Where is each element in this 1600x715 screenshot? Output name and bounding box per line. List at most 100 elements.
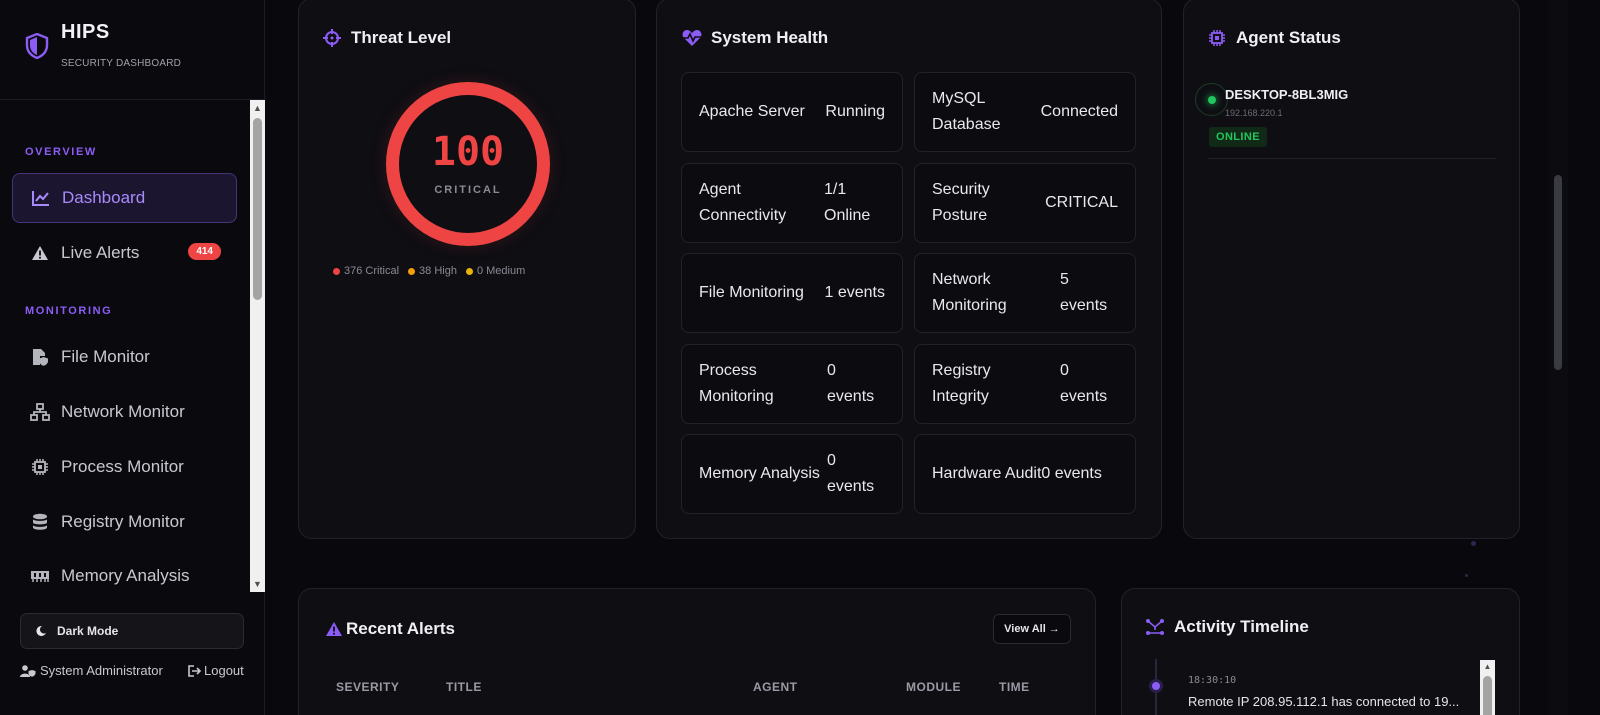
agent-hostname: DESKTOP-8BL3MIG: [1225, 87, 1349, 102]
memory-icon: [30, 566, 50, 586]
warning-icon: [324, 619, 344, 639]
tile-name: MySQL Database: [932, 90, 1001, 133]
card-title: System Health: [682, 28, 828, 48]
tile-name: Memory Analysis: [699, 465, 820, 482]
user-shield-icon: [20, 664, 36, 677]
tile-value: CRITICAL: [1045, 194, 1118, 211]
legend-dot: [408, 267, 416, 275]
threat-gauge: 100 CRITICAL: [386, 82, 550, 246]
timeline-icon: [1145, 617, 1165, 637]
health-tile-mysql: MySQL Database Connected: [914, 72, 1136, 152]
tile-name: Agent Connectivity: [699, 181, 787, 224]
activity-timeline-card: Activity Timeline 18:30:10 Remote IP 208…: [1121, 588, 1520, 715]
chart-line-icon: [31, 188, 51, 208]
health-tile-memory-analysis: Memory Analysis 0 events: [681, 434, 903, 514]
sidebar-item-dashboard[interactable]: Dashboard: [12, 173, 237, 223]
sidebar-scrollbar[interactable]: ▲ ▼: [250, 100, 265, 592]
tile-name: Hardware Audit: [932, 465, 1042, 482]
sidebar-item-file-monitor[interactable]: File Monitor: [12, 332, 237, 382]
scrollbar-thumb[interactable]: [1483, 676, 1492, 715]
sidebar-item-process-monitor[interactable]: Process Monitor: [12, 442, 237, 492]
sidebar-item-label: File Monitor: [61, 347, 150, 366]
sidebar: HIPS SECURITY DASHBOARD OVERVIEW Dashboa…: [0, 0, 265, 715]
card-title: Recent Alerts: [324, 619, 455, 639]
threat-title: Threat Level: [351, 28, 452, 47]
sidebar-item-label: Dashboard: [62, 188, 146, 207]
sidebar-item-label: Live Alerts: [61, 243, 140, 262]
legend-item-high: 38 High: [408, 265, 457, 277]
column-header-agent[interactable]: AGENT: [753, 680, 798, 694]
crosshair-icon: [322, 28, 342, 48]
column-header-time[interactable]: TIME: [999, 680, 1030, 694]
sidebar-item-label: Memory Analysis: [61, 566, 190, 585]
health-tile-apache: Apache Server Running: [681, 72, 903, 152]
sidebar-footer: Dark Mode System Administrator Logout: [0, 592, 265, 715]
brand-title: HIPS: [61, 21, 110, 43]
tile-name: Security Posture: [932, 181, 990, 224]
sidebar-item-registry-monitor[interactable]: Registry Monitor: [12, 497, 237, 547]
sidebar-nav: OVERVIEW Dashboard Live Alerts 414 MONIT…: [0, 100, 250, 592]
sidebar-item-memory-analysis[interactable]: Memory Analysis: [12, 551, 237, 592]
view-all-button[interactable]: View All →: [993, 614, 1071, 644]
timeline-text: Remote IP 208.95.112.1 has connected to …: [1188, 694, 1460, 709]
scroll-up-arrow-icon[interactable]: ▲: [1482, 662, 1493, 672]
column-header-title[interactable]: TITLE: [446, 680, 482, 694]
agent-title: Agent Status: [1236, 28, 1341, 47]
agent-status-indicator: [1195, 83, 1228, 116]
tile-name: Network Monitoring: [932, 271, 1007, 314]
tile-value: 1/1 Online: [824, 181, 871, 224]
sidebar-item-live-alerts[interactable]: Live Alerts 414: [12, 228, 237, 278]
user-name: System Administrator: [40, 663, 163, 678]
health-title: System Health: [711, 28, 829, 47]
tile-value: 5 events: [1060, 271, 1108, 314]
timeline-scrollbar[interactable]: ▲: [1480, 660, 1495, 715]
tile-value: Connected: [1040, 103, 1118, 120]
tile-value: 0 events: [827, 452, 875, 495]
legend-item-medium: 0 Medium: [465, 265, 526, 277]
network-icon: [30, 402, 50, 422]
page-scrollbar[interactable]: [1548, 0, 1568, 715]
logout-button[interactable]: Logout: [188, 663, 244, 678]
scroll-up-arrow-icon[interactable]: ▲: [252, 102, 263, 114]
warning-icon: [30, 243, 50, 263]
logout-icon: [188, 664, 201, 677]
legend-dot: [333, 267, 340, 275]
brand: HIPS SECURITY DASHBOARD: [0, 0, 265, 100]
scrollbar-thumb[interactable]: [253, 118, 262, 300]
column-header-module[interactable]: MODULE: [906, 680, 961, 694]
tile-name: Process Monitoring: [699, 362, 774, 405]
recent-alerts-card: Recent Alerts View All → SEVERITY TITLE …: [298, 588, 1096, 715]
agent-status-badge: ONLINE: [1209, 127, 1267, 147]
sidebar-item-network-monitor[interactable]: Network Monitor: [12, 387, 237, 437]
online-dot: [1208, 96, 1216, 104]
file-shield-icon: [30, 347, 50, 367]
scroll-down-arrow-icon[interactable]: ▼: [252, 578, 263, 590]
agent-status-card: Agent Status DESKTOP-8BL3MIG 192.168.220…: [1183, 0, 1520, 539]
database-icon: [30, 512, 50, 532]
tile-value: 0 events: [1060, 362, 1108, 405]
chip-icon: [1207, 28, 1227, 48]
tile-name: Apache Server: [699, 103, 805, 120]
system-health-card: System Health Apache Server Running MySQL…: [656, 0, 1162, 539]
sidebar-item-label: Process Monitor: [61, 457, 184, 476]
logout-label: Logout: [204, 663, 244, 678]
brand-subtitle: SECURITY DASHBOARD: [61, 58, 182, 69]
divider: [1208, 158, 1496, 159]
health-tile-registry-integrity: Registry Integrity 0 events: [914, 344, 1136, 424]
card-title: Activity Timeline: [1145, 617, 1309, 637]
health-tile-process-monitoring: Process Monitoring 0 events: [681, 344, 903, 424]
section-label-overview: OVERVIEW: [25, 146, 97, 158]
scrollbar-thumb[interactable]: [1554, 175, 1562, 370]
health-tile-security-posture: Security Posture CRITICAL: [914, 163, 1136, 243]
legend-dot: [465, 267, 473, 275]
shield-logo-icon: [25, 33, 49, 59]
tile-value: 0 events: [827, 362, 875, 405]
card-title: Threat Level: [322, 28, 451, 48]
dark-mode-button[interactable]: Dark Mode: [20, 613, 244, 649]
column-header-severity[interactable]: SEVERITY: [336, 680, 399, 694]
section-label-monitoring: MONITORING: [25, 305, 113, 317]
health-tile-network-monitoring: Network Monitoring 5 events: [914, 253, 1136, 333]
cpu-icon: [30, 457, 50, 477]
sidebar-item-label: Network Monitor: [61, 402, 185, 421]
legend-label: 0 Medium: [476, 265, 526, 277]
